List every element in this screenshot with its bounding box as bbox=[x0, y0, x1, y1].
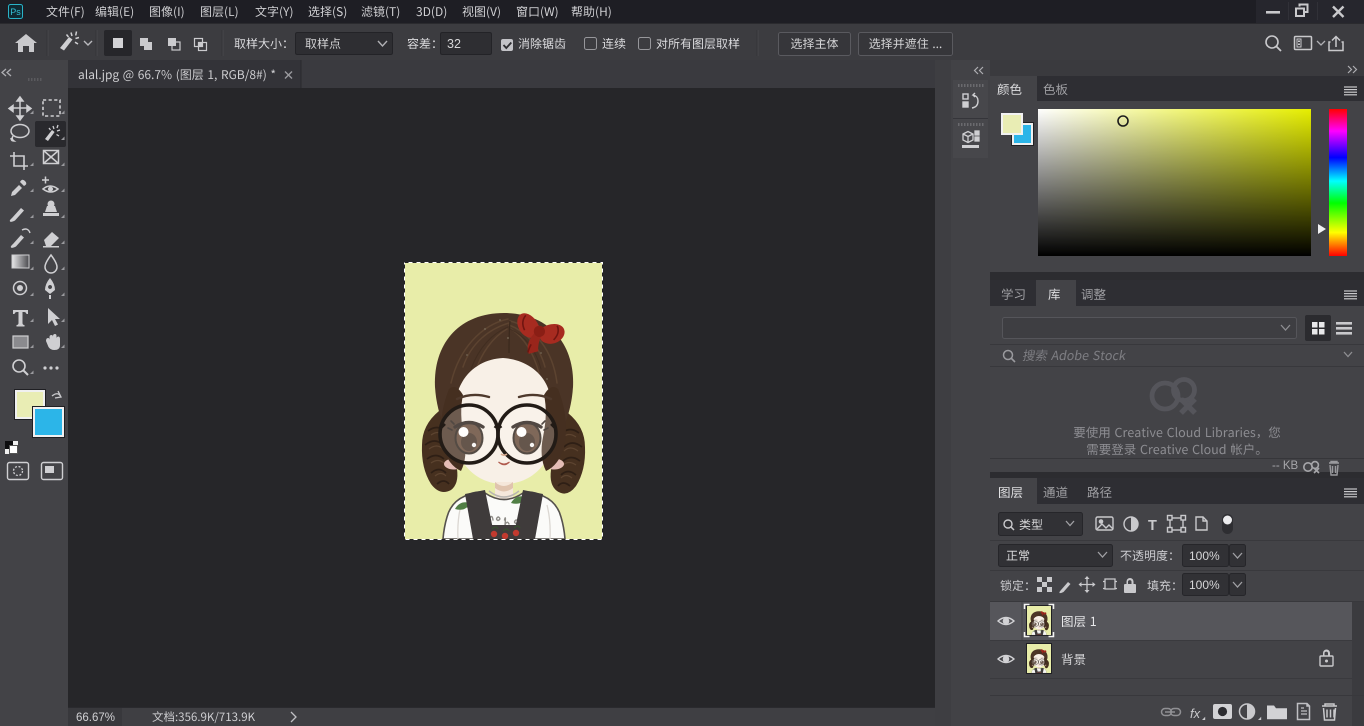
svg-text:100%: 100% bbox=[1189, 549, 1220, 563]
svg-text:-- KB: -- KB bbox=[1272, 460, 1299, 472]
svg-text:T: T bbox=[1148, 518, 1157, 534]
svg-text:Ps: Ps bbox=[10, 7, 21, 17]
svg-text:100%: 100% bbox=[1189, 578, 1220, 592]
svg-text:66.67%: 66.67% bbox=[76, 712, 115, 724]
svg-text:fx: fx bbox=[1190, 706, 1201, 721]
svg-text:32: 32 bbox=[447, 37, 461, 51]
